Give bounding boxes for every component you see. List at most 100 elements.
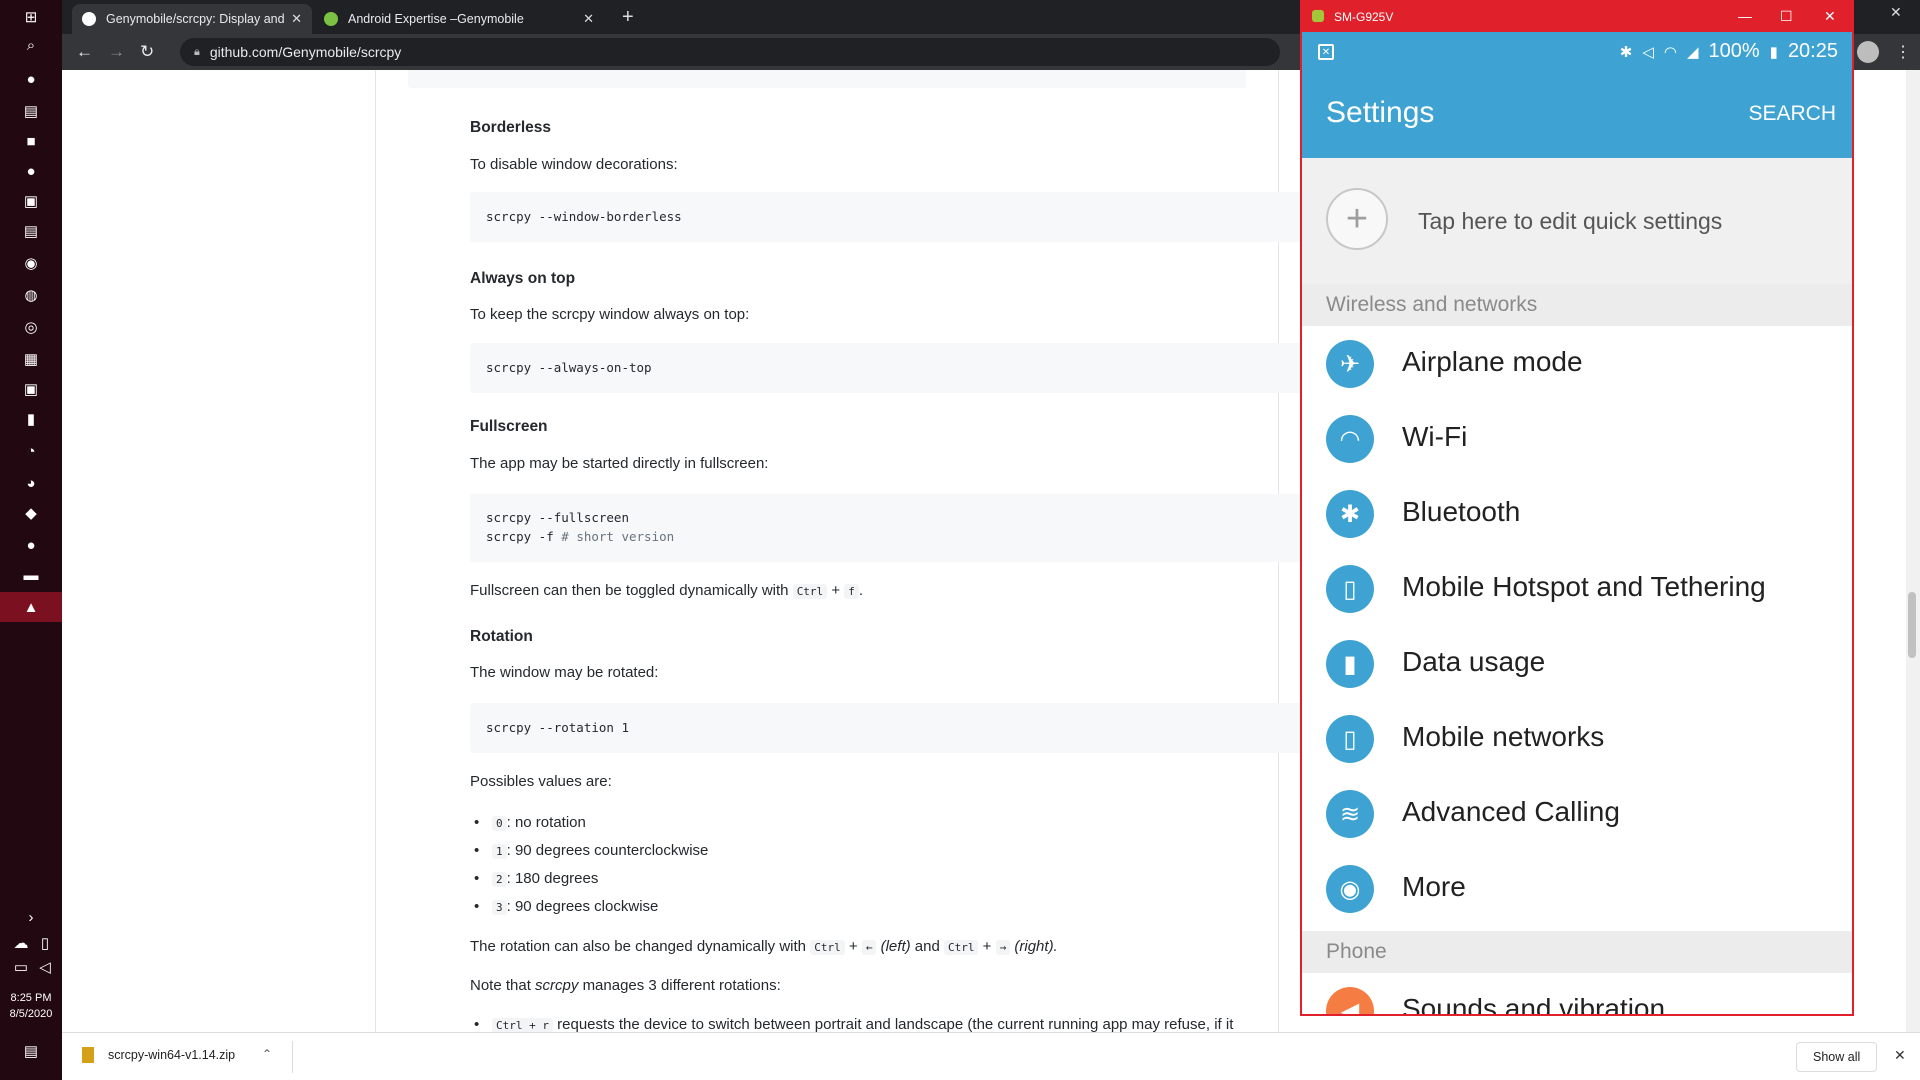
windows-start-icon[interactable]: ⊞ [20, 6, 42, 28]
list-item: 3: 90 degrees clockwise [474, 898, 658, 915]
data-usage-icon: ▮ [1326, 640, 1374, 688]
app-icon[interactable]: ▤ [20, 220, 42, 242]
browser-tab-bar: Genymobile/scrcpy: Display and ✕ Android… [62, 0, 1300, 34]
tab-scrcpy[interactable]: Genymobile/scrcpy: Display and ✕ [72, 4, 312, 34]
code-block: scrcpy --fullscreen scrcpy -f # short ve… [470, 494, 1308, 562]
close-icon[interactable]: ✕ [1824, 8, 1836, 25]
heading-borderless: Borderless [470, 119, 551, 136]
android-status-bar: ✕ ✱ ◁ ◠ ◢ 100% ▮ 20:25 [1302, 32, 1852, 72]
action-center-icon[interactable]: ▤ [20, 1040, 42, 1062]
code-line: scrcpy --rotation 1 [486, 720, 629, 735]
bluetooth-status-icon: ✱ [1619, 43, 1633, 61]
plus-icon: + [1326, 188, 1388, 250]
tab-label: Genymobile/scrcpy: Display and [106, 12, 285, 26]
download-item[interactable]: scrcpy-win64-v1.14.zip [82, 1047, 235, 1063]
scrcpy-window: SM-G925V — ☐ ✕ ✕ ✱ ◁ ◠ ◢ 100% ▮ 20:25 Se… [1300, 0, 1854, 1016]
forward-icon[interactable]: → [108, 42, 125, 62]
app-icon[interactable]: ▦ [20, 348, 42, 370]
settings-item-label: Mobile networks [1402, 721, 1605, 752]
app-icon[interactable]: ▣ [20, 378, 42, 400]
mute-icon: ◁ [1642, 43, 1654, 61]
minimize-icon[interactable]: — [1738, 8, 1752, 24]
settings-item-wifi[interactable]: ◠ Wi-Fi [1302, 401, 1852, 476]
tab-android-expertise[interactable]: Android Expertise –Genymobile ✕ [314, 4, 604, 34]
app-icon[interactable]: ▣ [20, 190, 42, 212]
volume-icon[interactable]: ◁ [34, 956, 56, 978]
address-bar[interactable]: 🔒︎ github.com/Genymobile/scrcpy [180, 38, 1280, 66]
app-icon[interactable]: ◕ [20, 472, 42, 494]
settings-item-hotspot[interactable]: ▯ Mobile Hotspot and Tethering [1302, 551, 1852, 626]
settings-title: Settings [1326, 96, 1435, 129]
list-item: 2: 180 degrees [474, 870, 598, 887]
settings-item-sounds[interactable]: ◀ Sounds and vibration [1302, 973, 1852, 1016]
office-icon[interactable]: ▮ [20, 408, 42, 430]
app-icon[interactable]: ◍ [20, 284, 42, 306]
taskbar-time[interactable]: 8:25 PM [0, 992, 62, 1004]
chevron-up-icon[interactable]: › [20, 906, 42, 928]
mic-icon[interactable]: ▯ [34, 932, 56, 954]
settings-item-advanced-calling[interactable]: ≋ Advanced Calling [1302, 776, 1852, 851]
settings-item-mobile-networks[interactable]: ▯ Mobile networks [1302, 701, 1852, 776]
divider [292, 1041, 293, 1073]
page-scrollbar[interactable] [1906, 70, 1920, 1032]
more-icon: ◉ [1326, 865, 1374, 913]
scrcpy-taskbar-icon[interactable]: ▲ [0, 592, 62, 622]
reload-icon[interactable]: ↻ [140, 42, 154, 62]
spotify-icon[interactable]: ● [20, 160, 42, 182]
window-title: SM-G925V [1334, 10, 1394, 24]
close-icon[interactable]: ✕ [1890, 4, 1902, 21]
search-icon[interactable]: ⌕ [20, 34, 42, 56]
chrome-icon[interactable]: ● [20, 68, 42, 90]
code-line: scrcpy --always-on-top [486, 360, 652, 375]
mobile-networks-icon: ▯ [1326, 715, 1374, 763]
show-all-button[interactable]: Show all [1796, 1042, 1878, 1072]
new-tab-icon[interactable]: + [622, 6, 634, 29]
search-button[interactable]: SEARCH [1748, 102, 1836, 126]
file-explorer-icon[interactable]: ▤ [20, 100, 42, 122]
advanced-calling-icon: ≋ [1326, 790, 1374, 838]
app-icon[interactable]: ◔ [20, 440, 42, 462]
quick-settings-edit[interactable]: + Tap here to edit quick settings [1302, 158, 1852, 284]
list-item: Ctrl + r requests the device to switch b… [474, 1016, 1233, 1032]
bluetooth-icon: ✱ [1326, 490, 1374, 538]
zip-file-icon [82, 1047, 94, 1063]
settings-item-data-usage[interactable]: ▮ Data usage [1302, 626, 1852, 701]
heading-always-on-top: Always on top [470, 270, 576, 287]
paragraph: The app may be started directly in fulls… [470, 455, 769, 472]
chevron-up-icon[interactable]: ⌃ [262, 1047, 272, 1061]
window-controls [1854, 0, 1920, 34]
settings-item-label: Advanced Calling [1402, 796, 1620, 827]
settings-item-label: More [1402, 871, 1466, 902]
settings-item-bluetooth[interactable]: ✱ Bluetooth [1302, 476, 1852, 551]
avatar[interactable] [1857, 41, 1879, 63]
app-icon[interactable]: ◎ [20, 316, 42, 338]
maximize-icon[interactable]: ☐ [1780, 8, 1793, 25]
tab-close-icon[interactable]: ✕ [291, 11, 302, 27]
hotspot-icon: ▯ [1326, 565, 1374, 613]
android-icon [1312, 10, 1324, 22]
code-line: scrcpy -f # short version [486, 529, 675, 544]
paragraph: The window may be rotated: [470, 664, 659, 681]
scrollbar-thumb[interactable] [1908, 592, 1916, 658]
menu-icon[interactable]: ⋮ [1895, 42, 1911, 62]
scrcpy-title-bar[interactable]: SM-G925V — ☐ ✕ [1302, 2, 1852, 32]
settings-action-bar: Settings SEARCH [1302, 72, 1852, 158]
paragraph: Fullscreen can then be toggled dynamical… [470, 582, 864, 599]
tab-close-icon[interactable]: ✕ [583, 11, 594, 27]
taskbar-date[interactable]: 8/5/2020 [0, 1008, 62, 1020]
tab-label: Android Expertise –Genymobile [348, 12, 524, 26]
steam-icon[interactable]: ◉ [20, 252, 42, 274]
settings-item-label: Sounds and vibration [1402, 993, 1666, 1016]
network-icon[interactable]: ▭ [10, 956, 32, 978]
back-icon[interactable]: ← [76, 42, 93, 62]
app-icon[interactable]: ▬ [20, 564, 42, 586]
onedrive-icon[interactable]: ☁ [10, 932, 32, 954]
url-text: github.com/Genymobile/scrcpy [209, 44, 402, 60]
vscode-icon[interactable]: ◆ [20, 502, 42, 524]
app-icon[interactable]: ■ [20, 130, 42, 152]
settings-item-airplane-mode[interactable]: ✈ Airplane mode [1302, 326, 1852, 401]
chrome-icon[interactable]: ● [20, 534, 42, 556]
settings-item-more[interactable]: ◉ More [1302, 851, 1852, 926]
airplane-icon: ✈ [1326, 340, 1374, 388]
close-icon[interactable]: ✕ [1894, 1047, 1906, 1064]
